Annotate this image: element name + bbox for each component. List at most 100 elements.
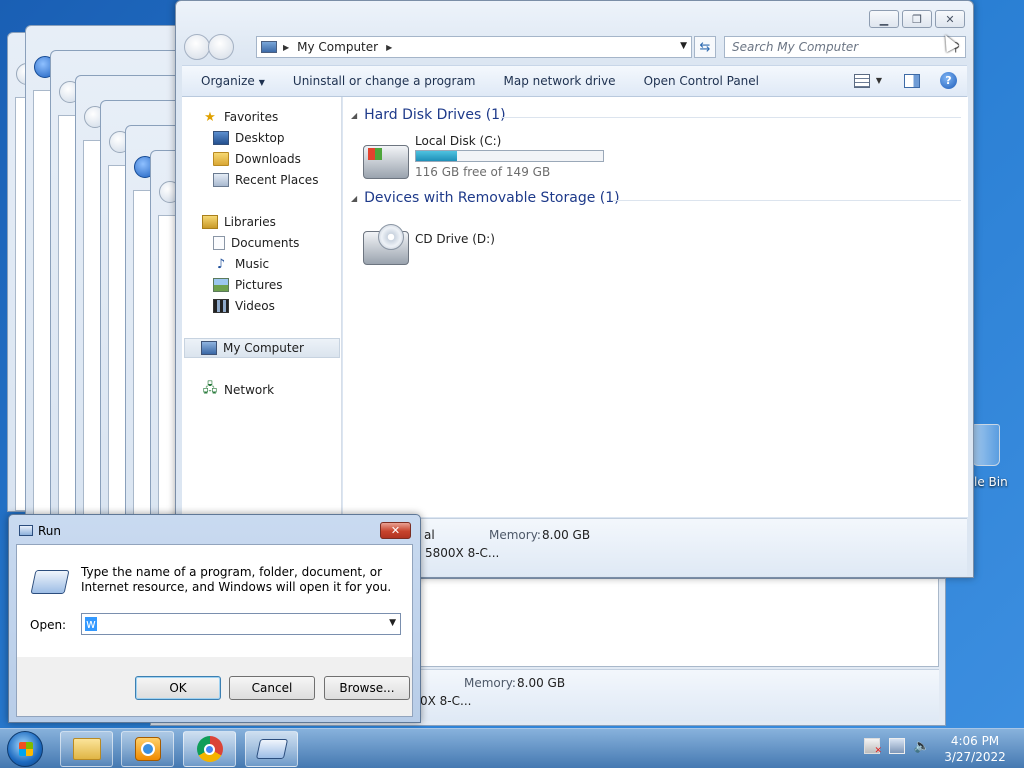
back-button[interactable] <box>184 34 210 60</box>
address-bar[interactable]: ▶ My Computer ▶ ▼ <box>256 36 692 58</box>
dialog-body: Type the name of a program, folder, docu… <box>16 544 413 717</box>
preview-pane-icon[interactable] <box>904 73 920 88</box>
refresh-icon: ⇆ <box>699 39 711 55</box>
group-header-hard-disks[interactable]: ◢ Hard Disk Drives (1) <box>351 107 961 123</box>
search-placeholder: Search My Computer <box>732 40 859 54</box>
collapse-triangle-icon: ◢ <box>351 193 358 203</box>
run-icon <box>19 525 33 536</box>
drive-c-usage-fill <box>416 151 458 161</box>
network-icon[interactable] <box>889 738 905 754</box>
organize-button[interactable]: Organize ▼ <box>182 74 279 88</box>
windows-logo-icon <box>19 742 33 756</box>
clock[interactable]: 4:06 PM 3/27/2022 <box>944 733 1006 765</box>
start-button[interactable] <box>7 731 43 767</box>
browse-button[interactable]: Browse... <box>324 676 410 700</box>
taskbar-chrome[interactable] <box>183 731 236 767</box>
chevron-down-icon[interactable]: ▼ <box>389 618 396 628</box>
open-control-panel-button[interactable]: Open Control Panel <box>630 74 773 88</box>
nav-item-pictures[interactable]: Pictures <box>213 275 283 295</box>
minimize-button[interactable]: ▁ <box>869 10 899 28</box>
nav-item-music[interactable]: ♪ Music <box>213 254 269 274</box>
explorer-window[interactable]: ▁ ❐ ✕ ▶ My Computer ▶ ▼ ⇆ Search My Comp… <box>175 0 974 578</box>
nav-item-recent-places[interactable]: Recent Places <box>213 170 318 190</box>
change-view-icon[interactable] <box>853 73 870 88</box>
media-player-icon <box>134 737 161 761</box>
open-input-text[interactable]: w <box>85 617 97 631</box>
dialog-description: Type the name of a program, folder, docu… <box>81 565 392 594</box>
nav-item-documents[interactable]: Documents <box>213 233 299 253</box>
breadcrumb-arrow-icon[interactable]: ▶ <box>386 43 392 52</box>
map-network-drive-button[interactable]: Map network drive <box>490 74 630 88</box>
desktop: Memory: 8.00 GB 0X 8-C... le Bin ▁ ❐ ✕ ▶… <box>0 0 1024 728</box>
ok-button[interactable]: OK <box>135 676 221 700</box>
nav-item-downloads[interactable]: Downloads <box>213 149 301 169</box>
uninstall-program-button[interactable]: Uninstall or change a program <box>279 74 490 88</box>
close-button[interactable]: ✕ <box>935 10 965 28</box>
caption-buttons: ▁ ❐ ✕ <box>866 10 965 28</box>
content-area: ◢ Hard Disk Drives (1) Local Disk (C:) 1… <box>343 97 968 517</box>
minimize-icon: ▁ <box>879 12 889 26</box>
run-dialog[interactable]: Run ✕ Type the name of a program, folder… <box>8 514 421 723</box>
drive-d-name: CD Drive (D:) <box>415 232 495 246</box>
breadcrumb-my-computer[interactable]: My Computer <box>297 40 378 54</box>
action-center-icon[interactable] <box>864 738 882 756</box>
taskbar-media-player[interactable] <box>121 731 174 767</box>
nav-item-label: My Computer <box>223 341 304 355</box>
chevron-down-icon[interactable]: ▼ <box>680 41 687 51</box>
refresh-button[interactable]: ⇆ <box>694 36 716 58</box>
nav-item-my-computer[interactable]: My Computer <box>184 338 340 358</box>
folder-icon <box>213 152 229 166</box>
star-icon: ★ <box>204 109 216 125</box>
nav-item-label: Network <box>224 383 275 397</box>
group-title: Hard Disk Drives (1) <box>364 107 506 123</box>
drive-c-usage-bar <box>415 150 604 162</box>
open-combobox[interactable]: w ▼ <box>81 613 401 635</box>
nav-item-label: Music <box>235 257 270 271</box>
navigation-pane: ★ Favorites Desktop Downloads Recent Plac… <box>182 97 342 517</box>
desktop-icon <box>213 131 229 145</box>
nav-item-network[interactable]: 🖧 Network <box>202 380 274 400</box>
search-input[interactable]: Search My Computer ⚲ <box>724 36 966 58</box>
open-label: Open: <box>30 618 67 632</box>
clock-date: 3/27/2022 <box>944 750 1006 764</box>
navigation-buttons <box>184 34 234 60</box>
chevron-down-icon: ▼ <box>258 78 265 87</box>
nav-item-videos[interactable]: Videos <box>213 296 275 316</box>
nav-item-label: Documents <box>231 236 300 250</box>
drive-c-name: Local Disk (C:) <box>415 134 502 148</box>
group-title: Devices with Removable Storage (1) <box>364 190 620 206</box>
volume-icon[interactable]: 🔈 <box>914 738 930 754</box>
processor-text: 5800X 8-C... <box>425 546 500 560</box>
nav-item-desktop[interactable]: Desktop <box>213 128 285 148</box>
details-partial-text: al <box>424 528 435 542</box>
nav-item-label: Pictures <box>235 278 283 292</box>
computer-icon <box>201 341 217 355</box>
memory-label: Memory: <box>464 676 516 690</box>
close-button[interactable]: ✕ <box>380 522 411 539</box>
help-icon[interactable]: ? <box>940 72 957 89</box>
restore-button[interactable]: ❐ <box>902 10 932 28</box>
memory-label: Memory: <box>489 528 541 542</box>
breadcrumb-arrow-icon[interactable]: ▶ <box>283 43 289 52</box>
close-icon: ✕ <box>945 12 955 26</box>
forward-button[interactable] <box>208 34 234 60</box>
chrome-icon <box>196 736 223 762</box>
run-program-icon <box>30 570 70 594</box>
taskbar-run[interactable] <box>245 731 298 767</box>
nav-item-libraries[interactable]: Libraries <box>202 212 276 232</box>
nav-item-favorites[interactable]: ★ Favorites <box>202 107 278 127</box>
cancel-button[interactable]: Cancel <box>229 676 315 700</box>
libraries-icon <box>202 215 218 229</box>
recycle-bin-icon <box>972 424 1000 466</box>
document-icon <box>213 236 225 250</box>
close-icon: ✕ <box>390 524 401 537</box>
taskbar-explorer[interactable] <box>60 731 113 767</box>
group-divider <box>501 117 961 118</box>
command-bar: Organize ▼ Uninstall or change a program … <box>182 65 967 97</box>
dialog-title: Run <box>38 524 62 538</box>
toolbar-right: ▼ ? <box>853 72 957 89</box>
network-icon: 🖧 <box>202 381 218 396</box>
dialog-content: Type the name of a program, folder, docu… <box>17 545 412 657</box>
chevron-down-icon[interactable]: ▼ <box>876 76 882 85</box>
group-header-removable[interactable]: ◢ Devices with Removable Storage (1) <box>351 190 961 206</box>
